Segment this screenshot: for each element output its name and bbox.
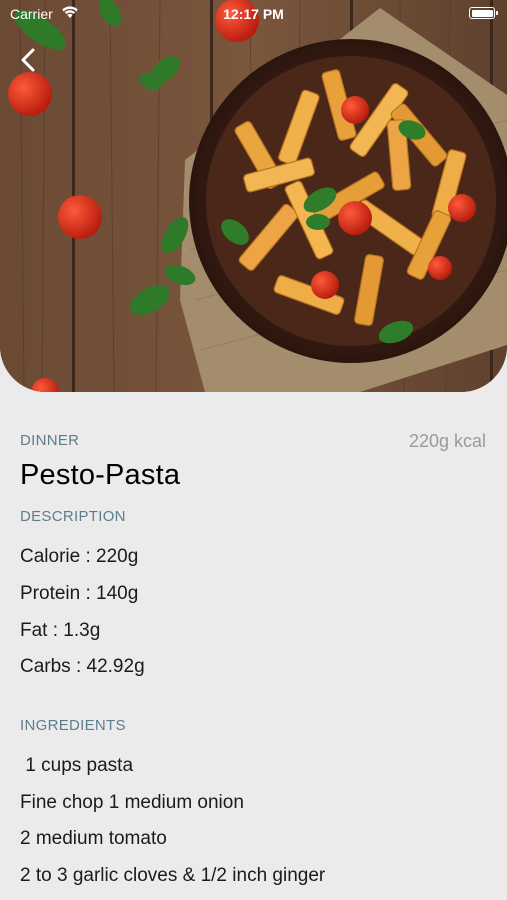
back-button[interactable] — [14, 44, 42, 76]
nutrition-calorie: Calorie : 220g — [20, 546, 139, 567]
nutrition-carbs: Carbs : 42.92g — [20, 656, 145, 677]
clock: 12:17 PM — [223, 6, 284, 22]
recipe-category: DINNER — [20, 432, 80, 449]
ingredient-item: 2 medium tomato — [20, 828, 167, 849]
recipe-kcal: 220g kcal — [408, 431, 486, 451]
ingredient-item: Fine chop 1 medium onion — [20, 792, 244, 813]
ingredient-item: 2 to 3 garlic cloves & 1/2 inch ginger — [20, 865, 326, 886]
ingredients-heading: INGREDIENTS — [20, 717, 126, 734]
battery-icon — [469, 7, 498, 19]
chevron-left-icon — [14, 44, 42, 76]
status-bar: Carrier 12:17 PM — [0, 0, 507, 30]
recipe-title: Pesto-Pasta — [20, 459, 181, 491]
nutrition-protein: Protein : 140g — [20, 583, 139, 604]
nutrition-fat: Fat : 1.3g — [20, 620, 101, 641]
ingredient-item: 1 cups pasta — [20, 755, 134, 776]
recipe-hero-image: Carrier 12:17 PM — [0, 0, 507, 392]
description-heading: DESCRIPTION — [20, 508, 126, 525]
